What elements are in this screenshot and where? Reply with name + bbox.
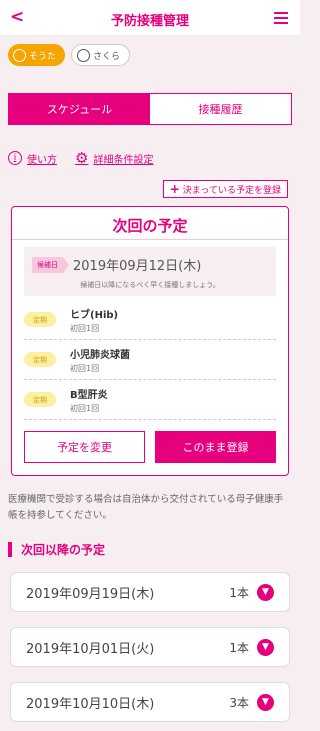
future-count: 1本	[229, 640, 249, 655]
tab-history[interactable]: 接種履歴	[150, 94, 291, 124]
vaccine-row: 定期 小児肺炎球菌 初回1回	[24, 340, 276, 380]
vaccine-dose: 初回1回	[70, 403, 100, 413]
future-title-label: 次回以降の予定	[21, 543, 106, 557]
future-item[interactable]: 2019年10月01日(火) 1本 ▼	[10, 627, 290, 667]
vaccine-type-badge: 定期	[24, 392, 56, 407]
settings-link[interactable]: ⚙ 詳細条件設定	[75, 149, 153, 167]
gear-icon: ⚙	[75, 149, 89, 167]
child-selector: そうた さくら	[8, 44, 131, 66]
future-count: 1本	[229, 585, 249, 600]
future-item[interactable]: 2019年10月10日(木) 3本 ▼	[10, 682, 290, 722]
vaccine-row: 定期 ヒブ(Hib) 初回1回	[24, 300, 276, 340]
chevron-down-icon[interactable]: ▼	[257, 693, 274, 711]
child-name: さくら	[93, 51, 121, 62]
future-item[interactable]: 2019年09月19日(木) 1本 ▼	[10, 572, 290, 612]
child-tab-sakura[interactable]: さくら	[71, 44, 131, 66]
hamburger-menu-icon[interactable]	[274, 12, 288, 24]
vaccine-dose: 初回1回	[70, 363, 100, 373]
future-section-title: 次回以降の予定	[8, 541, 105, 558]
card-title: 次回の予定	[12, 207, 288, 240]
page-title: 予防接種管理	[110, 14, 189, 29]
future-date: 2019年09月19日(木)	[26, 586, 155, 602]
child-face-icon	[13, 48, 26, 62]
next-schedule-card: 次回の予定 候補日 2019年09月12日(木) 候補日以降になるべく早く接種し…	[11, 206, 289, 476]
future-date: 2019年10月10日(木)	[26, 696, 155, 712]
vaccine-row: 定期 B型肝炎 初回1回	[24, 380, 276, 420]
plus-icon: +	[169, 182, 180, 196]
settings-label: 詳細条件設定	[93, 154, 154, 166]
child-tab-souta[interactable]: そうた	[8, 44, 66, 66]
howto-link[interactable]: i 使い方	[8, 151, 57, 166]
howto-label: 使い方	[27, 154, 57, 166]
future-date: 2019年10月01日(火)	[26, 641, 155, 657]
chevron-down-icon[interactable]: ▼	[257, 583, 274, 601]
register-fixed-schedule-button[interactable]: + 決まっている予定を登録	[162, 180, 288, 198]
chevron-down-icon[interactable]: ▼	[257, 638, 274, 656]
vaccine-type-badge: 定期	[24, 352, 56, 367]
child-name: そうた	[29, 51, 57, 62]
vaccine-name: ヒブ(Hib)	[70, 309, 119, 321]
candidate-date: 2019年09月12日(木)	[73, 259, 202, 274]
vaccine-type-badge: 定期	[24, 312, 56, 327]
register-fixed-label: 決まっている予定を登録	[182, 185, 281, 196]
candidate-date-block: 候補日 2019年09月12日(木) 候補日以降になるべく早く接種しましょう。	[24, 247, 276, 296]
vaccine-name: 小児肺炎球菌	[70, 349, 130, 361]
change-schedule-button[interactable]: 予定を変更	[24, 431, 145, 463]
vaccine-name: B型肝炎	[70, 389, 108, 401]
notice-text: 医療機関で受診する場合は自治体から交付されている母子健康手帳を持参してください。	[8, 494, 284, 521]
register-as-is-button[interactable]: このまま登録	[155, 431, 276, 463]
info-icon: i	[8, 151, 22, 165]
section-bar	[8, 542, 12, 557]
future-count: 3本	[229, 695, 249, 710]
candidate-tag: 候補日	[32, 256, 69, 273]
help-links: i 使い方 ⚙ 詳細条件設定	[8, 149, 171, 167]
vaccine-dose: 初回1回	[70, 323, 100, 333]
candidate-note: 候補日以降になるべく早く接種しましょう。	[80, 281, 220, 289]
app-header: < 予防接種管理	[0, 0, 300, 36]
view-tabs: スケジュール 接種履歴	[8, 93, 292, 125]
tab-schedule[interactable]: スケジュール	[9, 94, 150, 124]
child-face-icon	[77, 48, 91, 62]
